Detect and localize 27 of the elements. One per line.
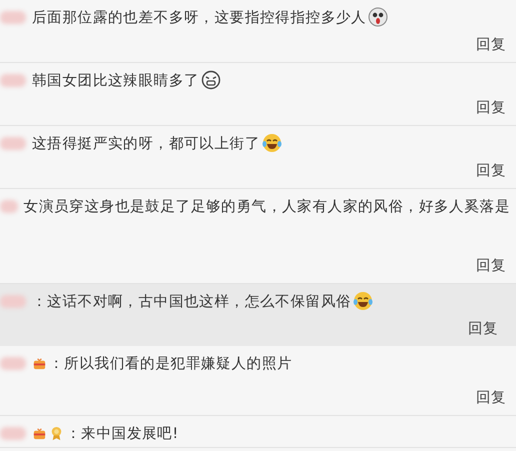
blurred-username: [0, 294, 26, 308]
comment-text: 韩国女团比这辣眼睛多了: [32, 72, 200, 90]
reply-button[interactable]: 回复: [472, 96, 510, 119]
blurred-username: [0, 200, 18, 212]
laughing-face-icon: [262, 133, 282, 153]
reply-button[interactable]: 回复: [472, 33, 510, 56]
comment-text: ：来中国发展吧!: [66, 424, 178, 442]
blurred-username: [0, 426, 26, 440]
laughing-face-icon: [353, 291, 374, 311]
grimace-face-icon: [201, 70, 222, 90]
gift-badge-icon: [32, 356, 47, 370]
blurred-username: [0, 10, 26, 24]
reply-button[interactable]: 回复: [472, 386, 510, 409]
gift-badge-icon: [32, 426, 47, 440]
comment-text: 女演员穿这身也是鼓足了足够的勇气，人家有人家的风俗，好多人奚落是: [24, 198, 510, 216]
comment-text: 这捂得挺严实的呀，都可以上街了: [32, 134, 260, 152]
reply-button[interactable]: 回复: [472, 159, 510, 182]
reply-button[interactable]: 回复: [464, 317, 502, 340]
blurred-username: [0, 356, 26, 370]
blurred-username: [0, 136, 26, 150]
comment-text: ：所以我们看的是犯罪嫌疑人的照片: [49, 354, 292, 372]
medal-badge-icon: [49, 426, 64, 440]
comment-text: ：这话不对啊，古中国也这样，怎么不保留风俗: [32, 292, 352, 310]
shocked-face-icon: [368, 7, 388, 27]
reply-button[interactable]: 回复: [472, 254, 510, 277]
comment-text: 后面那位露的也差不多呀，这要指控得指控多少人: [32, 8, 366, 26]
blurred-username: [0, 74, 26, 86]
